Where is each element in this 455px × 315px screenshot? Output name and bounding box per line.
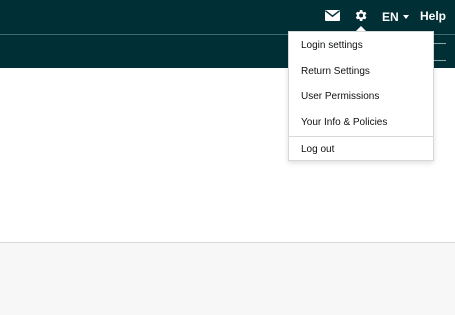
menu-item-login-settings[interactable]: Login settings — [289, 33, 433, 59]
footer-area — [0, 243, 455, 315]
top-nav-bar: EN Help — [0, 0, 455, 34]
menu-item-your-info-policies[interactable]: Your Info & Policies — [289, 110, 433, 136]
settings-dropdown-menu: Login settings Return Settings User Perm… — [288, 31, 434, 161]
language-selector[interactable]: EN — [382, 9, 409, 25]
gear-icon[interactable] — [353, 8, 368, 23]
help-link[interactable]: Help — [420, 9, 446, 23]
menu-item-log-out[interactable]: Log out — [289, 137, 433, 163]
chevron-down-icon — [402, 15, 409, 19]
menu-item-return-settings[interactable]: Return Settings — [289, 59, 433, 85]
language-label: EN — [382, 10, 399, 24]
menu-item-user-permissions[interactable]: User Permissions — [289, 84, 433, 110]
mail-icon[interactable] — [325, 10, 340, 21]
